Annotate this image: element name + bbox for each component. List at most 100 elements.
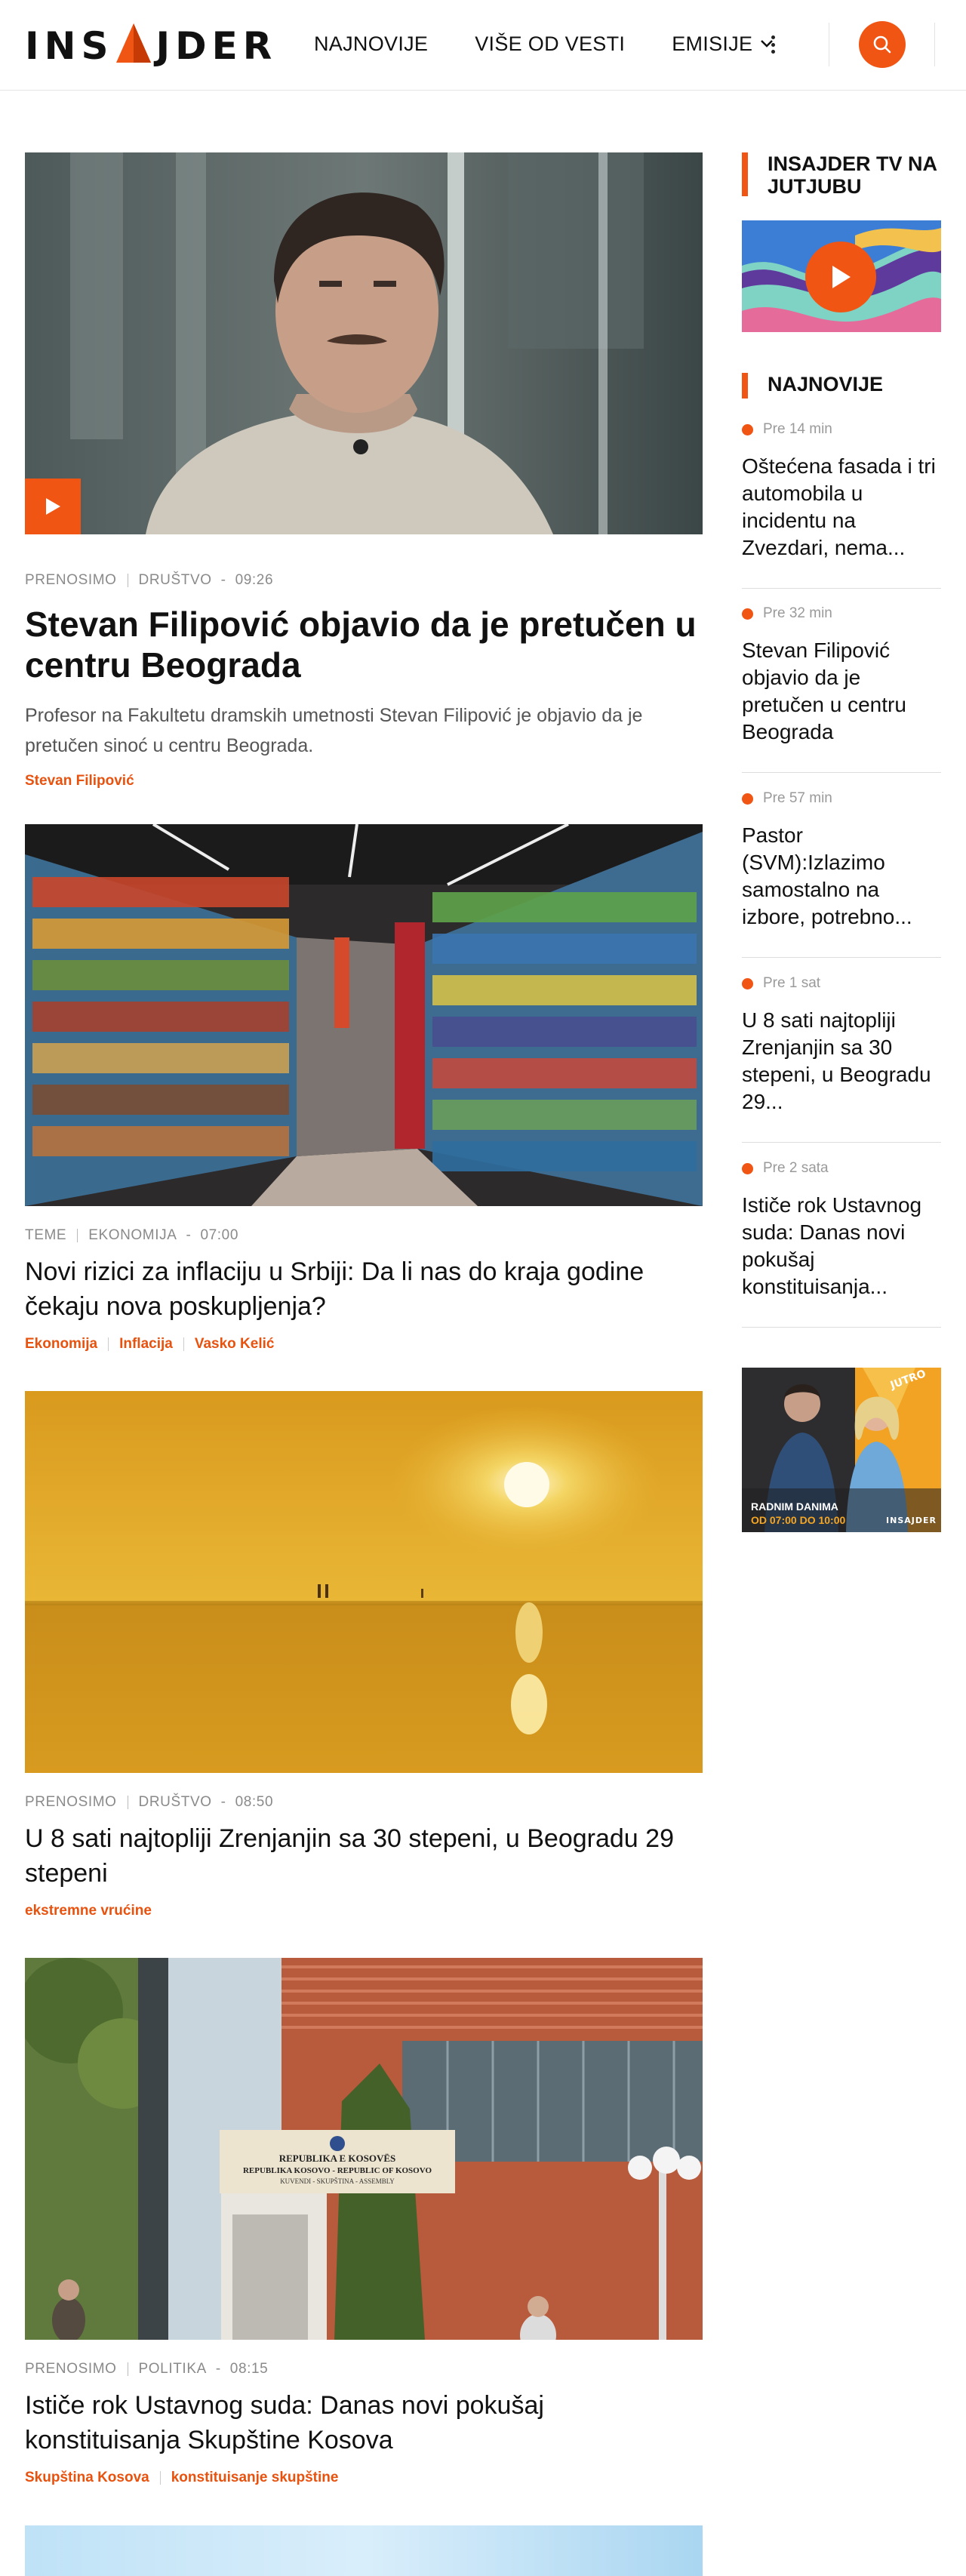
- nav-item-emisije[interactable]: EMISIJE: [672, 32, 774, 56]
- article-time: 09:26: [235, 572, 274, 588]
- nav-label: VIŠE OD VESTI: [475, 32, 626, 55]
- article-title[interactable]: Stevan Filipović objavio da je pretučen …: [25, 604, 703, 685]
- latest-heading[interactable]: NAJNOVIJE: [768, 373, 883, 395]
- dot-icon: [742, 423, 753, 435]
- article-card: PRENOSIMO DRUŠTVO - 09:26 Stevan Filipov…: [25, 152, 703, 789]
- youtube-video-thumbnail[interactable]: [742, 220, 941, 332]
- search-button[interactable]: [859, 21, 906, 68]
- article-card: TEME EKONOMIJA - 07:00 Novi rizici za in…: [25, 824, 703, 1353]
- article-section[interactable]: DRUŠTVO: [139, 1794, 212, 1811]
- article-tags: Skupština Kosova konstituisanje skupštin…: [25, 2470, 703, 2486]
- time-label: Pre 57 min: [763, 790, 832, 806]
- article-title[interactable]: U 8 sati najtopliji Zrenjanjin sa 30 ste…: [25, 1821, 703, 1891]
- article-section[interactable]: POLITIKA: [139, 2361, 207, 2377]
- article-category[interactable]: PRENOSIMO: [25, 1794, 117, 1811]
- article-section[interactable]: EKONOMIJA: [88, 1227, 177, 1244]
- latest-item-title[interactable]: Oštećena fasada i tri automobila u incid…: [742, 453, 941, 562]
- latest-news-item[interactable]: Pre 57 min Pastor (SVM):Izlazimo samosta…: [742, 790, 941, 958]
- video-frame-portrait: [25, 152, 703, 534]
- play-icon: [46, 498, 60, 515]
- play-video-button[interactable]: [805, 242, 876, 312]
- logo-text-right: JDER: [155, 24, 278, 68]
- article-tags: Ekonomija Inflacija Vasko Kelić: [25, 1336, 703, 1353]
- sign-text-line: KUVENDI - SKUPŠTINA - ASSEMBLY: [280, 2177, 395, 2185]
- latest-news-item[interactable]: Pre 1 sat U 8 sati najtopliji Zrenjanjin…: [742, 975, 941, 1143]
- dot-icon: [742, 608, 753, 620]
- article-image[interactable]: REPUBLIKA E KOSOVËS REPUBLIKA KOSOVO - R…: [25, 1958, 703, 2340]
- tag-link[interactable]: Skupština Kosova: [25, 2470, 149, 2486]
- latest-item-title[interactable]: Pastor (SVM):Izlazimo samostalno na izbo…: [742, 822, 941, 931]
- latest-item-time: Pre 2 sata: [742, 1160, 941, 1177]
- article-tags: ekstremne vrućine: [25, 1903, 703, 1919]
- sunset-beach-image: [25, 1391, 703, 1773]
- tag-link[interactable]: Inflacija: [119, 1336, 173, 1353]
- logo-triangle-icon: [116, 23, 152, 63]
- nav-item-najnovije[interactable]: NAJNOVIJE: [314, 32, 428, 56]
- dot-icon: [742, 977, 753, 989]
- latest-news-item[interactable]: Pre 2 sata Ističe rok Ustavnog suda: Dan…: [742, 1160, 941, 1328]
- nav-item-vise-od-vesti[interactable]: VIŠE OD VESTI: [475, 32, 625, 56]
- tag-link[interactable]: Vasko Kelić: [195, 1336, 275, 1353]
- promo-show-text: RADNIM DANIMA: [751, 1500, 838, 1513]
- article-image[interactable]: [25, 152, 703, 534]
- article-image[interactable]: [25, 824, 703, 1206]
- article-card: PRENOSIMO DRUŠTVO - 08:50 U 8 sati najto…: [25, 1391, 703, 1919]
- sign-text-line: REPUBLIKA E KOSOVËS: [279, 2153, 396, 2164]
- youtube-heading[interactable]: INSAJDER TV NA JUTJUBU: [768, 152, 941, 198]
- article-meta: PRENOSIMO POLITIKA - 08:15: [25, 2361, 269, 2377]
- dot-icon: [742, 1162, 753, 1174]
- article-category[interactable]: PRENOSIMO: [25, 572, 117, 589]
- sky-image: [25, 2525, 703, 2576]
- latest-news-item[interactable]: Pre 14 min Oštećena fasada i tri automob…: [742, 421, 941, 589]
- time-label: Pre 14 min: [763, 421, 832, 437]
- tag-link[interactable]: Stevan Filipović: [25, 773, 134, 789]
- latest-item-title[interactable]: U 8 sati najtopliji Zrenjanjin sa 30 ste…: [742, 1007, 941, 1116]
- header-divider: [934, 23, 935, 66]
- tag-link[interactable]: konstituisanje skupštine: [171, 2470, 339, 2486]
- article-title[interactable]: Ističe rok Ustavnog suda: Danas novi pok…: [25, 2388, 703, 2458]
- latest-news-item[interactable]: Pre 32 min Stevan Filipović objavio da j…: [742, 605, 941, 773]
- article-time: 08:15: [229, 2361, 269, 2377]
- article-category[interactable]: TEME: [25, 1227, 66, 1244]
- site-header: INS JDER NAJNOVIJE VIŠE OD VESTI EMISIJE: [0, 0, 966, 91]
- tag-link[interactable]: ekstremne vrućine: [25, 1903, 152, 1919]
- promo-brand-text: INSAJDER: [886, 1516, 937, 1525]
- sign-text-line: REPUBLIKA KOSOVO - REPUBLIC OF KOSOVO: [243, 2166, 432, 2175]
- kosovo-assembly-image: REPUBLIKA E KOSOVËS REPUBLIKA KOSOVO - R…: [25, 1958, 703, 2340]
- more-vertical-icon[interactable]: [765, 33, 780, 56]
- article-section[interactable]: DRUŠTVO: [139, 572, 212, 589]
- site-logo[interactable]: INS JDER: [25, 23, 278, 68]
- promo-banner[interactable]: RADNIM DANIMA OD 07:00 DO 10:00 INSAJDER…: [742, 1368, 941, 1532]
- main-nav: NAJNOVIJE VIŠE OD VESTI EMISIJE: [314, 30, 820, 57]
- dot-icon: [742, 792, 753, 805]
- time-label: Pre 1 sat: [763, 975, 821, 991]
- search-icon: [873, 35, 891, 54]
- tag-link[interactable]: Ekonomija: [25, 1336, 97, 1353]
- article-category[interactable]: PRENOSIMO: [25, 2361, 117, 2377]
- nav-label: NAJNOVIJE: [314, 32, 429, 55]
- article-image[interactable]: [25, 1391, 703, 1773]
- article-meta: TEME EKONOMIJA - 07:00: [25, 1227, 238, 1244]
- latest-item-title[interactable]: Ističe rok Ustavnog suda: Danas novi pok…: [742, 1192, 941, 1300]
- play-icon: [832, 266, 851, 288]
- latest-item-time: Pre 57 min: [742, 790, 941, 807]
- latest-item-time: Pre 14 min: [742, 421, 941, 438]
- article-card: REPUBLIKA E KOSOVËS REPUBLIKA KOSOVO - R…: [25, 1958, 703, 2486]
- article-title[interactable]: Novi rizici za inflaciju u Srbiji: Da li…: [25, 1254, 703, 1324]
- article-time: 07:00: [200, 1227, 238, 1243]
- article-image[interactable]: [25, 2525, 703, 2576]
- article-lead: Profesor na Fakultetu dramskih umetnosti…: [25, 705, 643, 756]
- time-label: Pre 32 min: [763, 605, 832, 621]
- play-video-button[interactable]: [25, 479, 81, 534]
- article-meta: PRENOSIMO DRUŠTVO - 09:26: [25, 572, 274, 589]
- latest-item-title[interactable]: Stevan Filipović objavio da je pretučen …: [742, 637, 941, 746]
- article-tags: Stevan Filipović: [25, 773, 703, 789]
- supermarket-aisle-image: [25, 824, 703, 1206]
- article-time: 08:50: [235, 1794, 274, 1810]
- latest-section-heading: NAJNOVIJE: [742, 373, 883, 399]
- time-label: Pre 2 sata: [763, 1160, 829, 1176]
- youtube-section-heading: INSAJDER TV NA JUTJUBU: [742, 152, 941, 198]
- latest-item-time: Pre 1 sat: [742, 975, 941, 992]
- nav-label: EMISIJE: [672, 32, 753, 55]
- latest-item-time: Pre 32 min: [742, 605, 941, 622]
